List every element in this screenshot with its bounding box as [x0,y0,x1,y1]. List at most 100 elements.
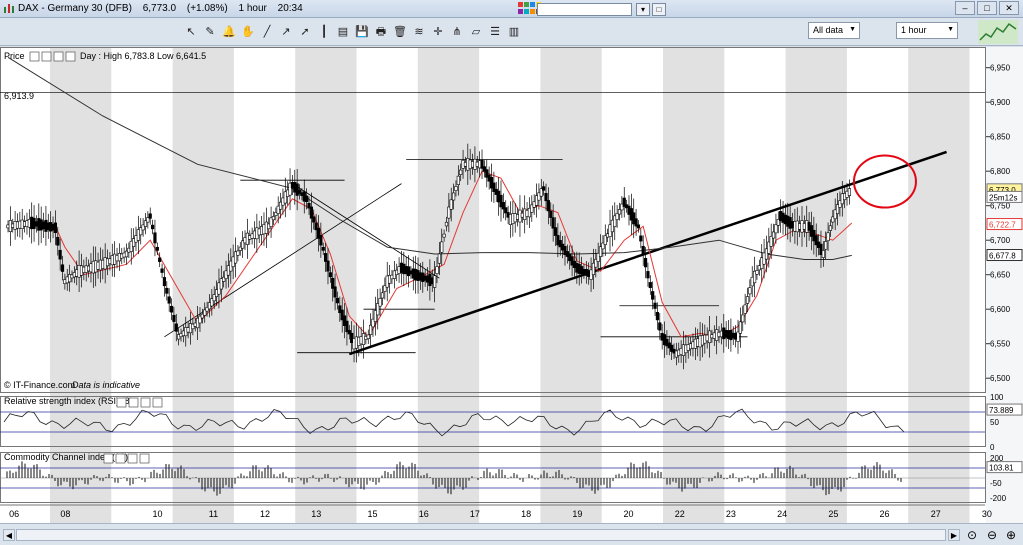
x-tick-label: 15 [368,509,378,519]
candle-body [380,292,385,299]
vertical-line-tool-icon[interactable]: ┃ [316,24,332,40]
candle-body [653,302,657,309]
data-range-value: All data [813,25,844,35]
candle-body [738,321,742,334]
level-label: 6,913.9 [4,91,34,101]
pitchfork-tool-icon[interactable]: ⋔ [449,24,465,40]
y-tick-label: 6,500 [990,374,1011,383]
zoom-in-icon[interactable]: ⊕ [1003,527,1019,543]
eraser-tool-icon[interactable]: ✎ [202,24,218,40]
candle-body [160,268,164,273]
candle-body [60,264,65,272]
y-tick-label: 6,600 [990,305,1011,314]
channel-tool-icon[interactable]: ▱ [468,24,484,40]
candle-body [748,287,752,295]
arrow-tool-icon[interactable]: ➚ [297,24,313,40]
x-tick-label: 12 [260,509,270,519]
x-tick-label: 08 [60,509,70,519]
pin-icon[interactable] [128,397,139,408]
symbol-input[interactable] [537,3,632,16]
pin-icon[interactable] [41,51,52,62]
app-icon [4,4,14,13]
x-tick-label: 18 [521,509,531,519]
bars-tool-icon[interactable]: ☰ [487,24,503,40]
scroll-left-button[interactable]: ◀ [3,529,15,541]
candle-body [651,291,655,300]
x-tick-label: 16 [419,509,429,519]
alarm-tool-icon[interactable]: 🔔 [221,24,237,40]
x-tick-label: 11 [209,509,218,519]
fib-tool-icon[interactable]: ≋ [411,24,427,40]
candle-body [271,216,276,221]
data-range-select[interactable]: All data ▼ [808,22,860,39]
candle-body [821,250,825,258]
title-bar: DAX - Germany 30 (DFB) 6,773.0 (+1.08%) … [0,0,1023,18]
candle-body [150,224,155,230]
candle-body [774,224,778,234]
close-icon[interactable] [65,51,76,62]
trendline-tool-icon[interactable]: ╱ [259,24,275,40]
candle-body [319,234,323,246]
minimize-button[interactable]: – [955,1,975,15]
dropdown-button[interactable]: ▾ [636,3,650,16]
candle-body [648,282,652,288]
chart-area[interactable]: 6,500 6,550 6,600 6,650 6,700 6,750 6,800 6,850… [0,47,1023,545]
candle-body [148,213,152,219]
save-tool-icon[interactable]: 💾 [354,24,370,40]
zoom-reset-icon[interactable]: ⊙ [964,527,980,543]
ray-tool-icon[interactable]: ↗ [278,24,294,40]
y-tick-label: 6,950 [990,64,1011,73]
period-select[interactable]: 1 hour ▼ [896,22,958,39]
chart-svg[interactable]: 6,500 6,550 6,600 6,650 6,700 6,750 6,800 6,850… [0,47,1023,523]
candle-body [824,241,828,250]
x-tick-label: 06 [9,509,19,519]
candle-body [636,224,641,229]
wrench-icon[interactable] [29,51,40,62]
chart-logo-icon [978,20,1018,44]
maximize-button[interactable]: □ [977,1,997,15]
close-icon[interactable] [139,453,150,464]
candle-body [324,253,328,262]
candle-body [172,314,176,322]
y-tick-label: 6,800 [990,167,1011,176]
window-icon[interactable] [127,453,138,464]
hand-tool-icon[interactable]: ✋ [240,24,256,40]
wrench-icon[interactable] [116,397,127,408]
price-tag-timer: 25m12s [989,193,1017,202]
candle-body [440,241,444,253]
chart-tool-icon[interactable]: ▤ [335,24,351,40]
scroll-track[interactable] [16,529,946,541]
window-icon[interactable] [53,51,64,62]
y-tick-label: 6,750 [990,202,1011,211]
x-tick-label: 22 [675,509,685,519]
candle-body [321,246,325,251]
pin-icon[interactable] [115,453,126,464]
zoom-out-icon[interactable]: ⊖ [984,527,1000,543]
day-stripe [785,47,847,523]
time-scrollbar[interactable]: ◀ ▶ ⊙ ⊖ ⊕ [0,523,1023,545]
x-tick-label: 24 [777,509,787,519]
day-stripe [417,47,480,523]
print-tool-icon[interactable]: 🖶 [373,24,389,40]
crosshair-tool-icon[interactable]: ✛ [430,24,446,40]
y-tick-label: 6,550 [990,340,1011,349]
candle-body [743,304,747,314]
candle-body [444,221,449,227]
go-button[interactable]: □ [652,3,666,16]
close-icon[interactable] [152,397,163,408]
candle-body [165,287,169,294]
candle-body [542,186,546,191]
delete-tool-icon[interactable]: 🗑 [392,24,408,40]
close-button[interactable]: ✕ [999,1,1019,15]
colors-tool-icon[interactable]: ▥ [506,24,522,40]
candle-body [847,188,852,196]
scroll-right-button[interactable]: ▶ [948,529,960,541]
x-tick-label: 19 [572,509,582,519]
wrench-icon[interactable] [103,453,114,464]
candle-body [174,323,178,332]
candle-body [544,193,548,202]
pointer-tool-icon[interactable]: ↖ [183,24,199,40]
window-icon[interactable] [140,397,151,408]
period-value: 1 hour [901,25,927,35]
candle-body [437,253,441,264]
